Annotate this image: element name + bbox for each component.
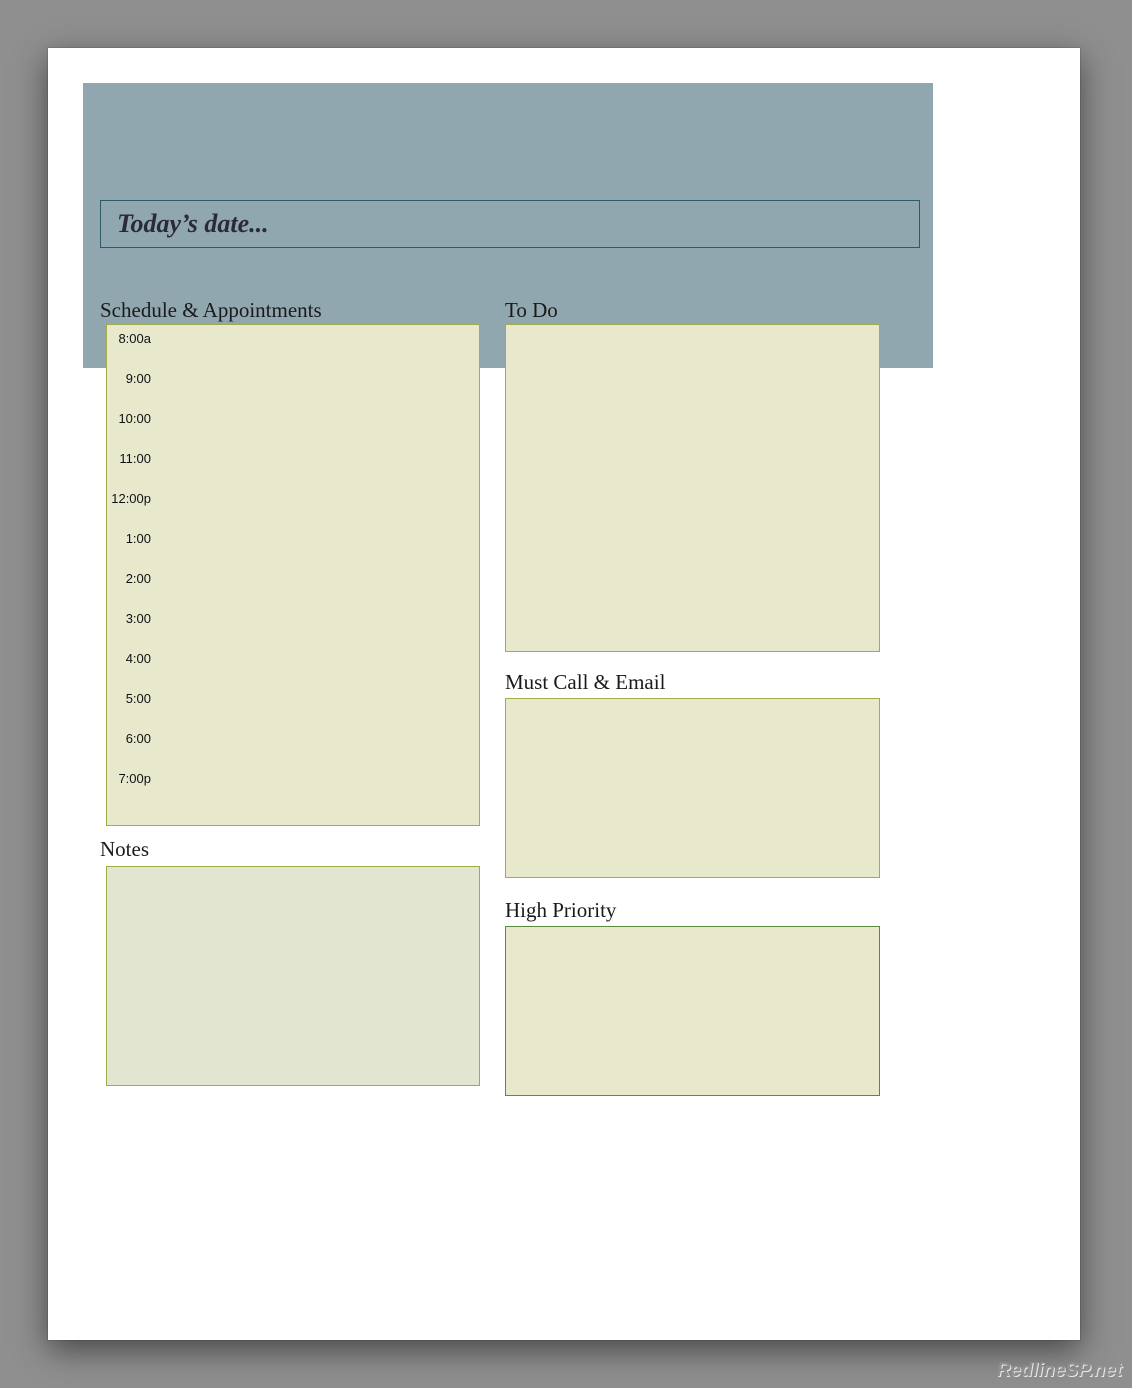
watermark: RedlineSP.net	[997, 1360, 1122, 1382]
date-placeholder: Today’s date...	[117, 209, 269, 239]
priority-box[interactable]	[505, 926, 880, 1096]
time-slot: 11:00	[107, 451, 155, 491]
notes-box[interactable]	[106, 866, 480, 1086]
time-slot: 6:00	[107, 731, 155, 771]
time-slot: 2:00	[107, 571, 155, 611]
planner-page: Today’s date... Schedule & Appointments …	[48, 48, 1080, 1340]
todo-box[interactable]	[505, 324, 880, 652]
priority-heading: High Priority	[505, 898, 616, 923]
mustcall-box[interactable]	[505, 698, 880, 878]
date-input[interactable]: Today’s date...	[100, 200, 920, 248]
time-slot: 4:00	[107, 651, 155, 691]
schedule-heading: Schedule & Appointments	[100, 298, 322, 323]
todo-heading: To Do	[505, 298, 558, 323]
time-slot: 5:00	[107, 691, 155, 731]
time-slot: 10:00	[107, 411, 155, 451]
time-slot: 8:00a	[107, 331, 155, 371]
schedule-box[interactable]: 8:00a 9:00 10:00 11:00 12:00p 1:00 2:00 …	[106, 324, 480, 826]
notes-heading: Notes	[100, 837, 149, 862]
time-slot: 3:00	[107, 611, 155, 651]
time-slot: 9:00	[107, 371, 155, 411]
time-slot: 1:00	[107, 531, 155, 571]
time-slot: 12:00p	[107, 491, 155, 531]
time-slot: 7:00p	[107, 771, 155, 811]
mustcall-heading: Must Call & Email	[505, 670, 665, 695]
